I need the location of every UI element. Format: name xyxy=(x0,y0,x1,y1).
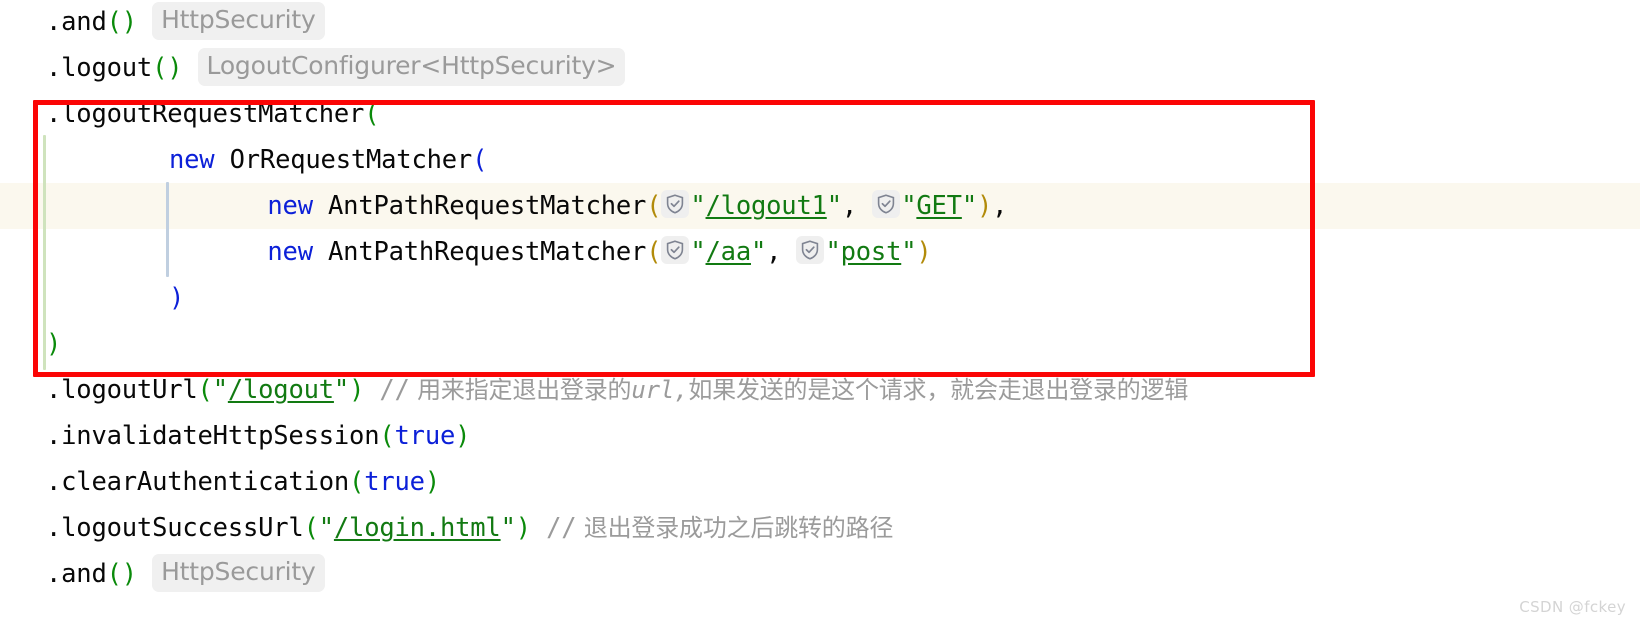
token-string: " xyxy=(826,191,842,221)
token-comment: 用来指定退出登录的 xyxy=(409,376,632,404)
token-plain: .logoutSuccessUrl xyxy=(46,513,304,543)
token-plain: OrRequestMatcher xyxy=(229,145,473,175)
token-string: " xyxy=(901,237,917,267)
token-plain: .and xyxy=(46,559,107,589)
inspection-shield-icon[interactable] xyxy=(796,236,825,264)
token-keyword: new xyxy=(169,145,215,175)
token-paren: ( xyxy=(197,375,213,405)
token-plain: .clearAuthentication xyxy=(46,467,350,497)
token-plain: , xyxy=(841,191,873,221)
token-paren: ( xyxy=(349,467,365,497)
token-string: " xyxy=(901,191,917,221)
code-editor-surface[interactable]: .and() HttpSecurity .logout() LogoutConfi… xyxy=(0,0,1640,622)
token-paren: ( xyxy=(364,99,380,129)
token-url: GET xyxy=(916,191,962,221)
token-comment: 如果发送的是这个请求，就会走退出登录的逻辑 xyxy=(688,376,1189,404)
token-url: post xyxy=(840,237,902,267)
token-paren-y: ) xyxy=(916,237,932,267)
code-line[interactable]: new AntPathRequestMatcher("/aa ", " post ") xyxy=(0,229,1640,275)
token-keyword: new xyxy=(267,191,313,221)
token-keyword: ) xyxy=(169,283,185,313)
code-line[interactable]: .clearAuthentication(true) xyxy=(0,459,1640,505)
token-plain: AntPathRequestMatcher xyxy=(328,237,647,267)
token-plain: .logoutUrl xyxy=(46,375,198,405)
inlay-type-hint[interactable]: LogoutConfigurer<HttpSecurity> xyxy=(197,48,626,86)
code-line[interactable]: ) xyxy=(0,321,1640,367)
indent-guide-blue xyxy=(166,182,169,277)
code-line[interactable]: .logoutUrl("/logout ") // 用来指定退出登录的 url, 如果… xyxy=(0,367,1640,413)
watermark-label: CSDN @fckey xyxy=(1519,598,1626,616)
token-paren: ) xyxy=(515,513,531,543)
token-string: " xyxy=(751,237,767,267)
code-line[interactable]: .and() HttpSecurity xyxy=(0,0,1640,45)
token-paren: () xyxy=(106,559,138,589)
token-string: " xyxy=(961,191,977,221)
token-string: " xyxy=(690,191,706,221)
token-paren: () xyxy=(106,7,138,37)
token-plain: , xyxy=(992,191,1008,221)
token-url: /login.html xyxy=(333,513,501,543)
token-slashes: // xyxy=(546,513,577,543)
token-string: " xyxy=(690,237,706,267)
comment-code-span: url, xyxy=(631,376,689,404)
token-string: " xyxy=(500,513,516,543)
code-line[interactable]: .logout() LogoutConfigurer<HttpSecurity> xyxy=(0,45,1640,91)
token-paren: ) xyxy=(424,467,440,497)
token-paren-y: ( xyxy=(646,237,662,267)
token-url: /logout1 xyxy=(705,191,827,221)
token-paren: ( xyxy=(379,421,395,451)
token-keyword: new xyxy=(267,237,313,267)
token-string: " xyxy=(825,237,841,267)
token-slashes: // xyxy=(379,375,410,405)
code-line[interactable]: .and() HttpSecurity xyxy=(0,551,1640,597)
inspection-shield-icon[interactable] xyxy=(661,236,690,264)
inspection-shield-icon[interactable] xyxy=(872,190,901,218)
inspection-shield-icon[interactable] xyxy=(661,190,690,218)
code-line[interactable]: .logoutSuccessUrl("/login.html ") // 退出登录… xyxy=(0,505,1640,551)
token-plain: AntPathRequestMatcher xyxy=(328,191,647,221)
token-bool: true xyxy=(364,467,425,497)
token-paren: ) xyxy=(455,421,471,451)
token-paren-y: ) xyxy=(977,191,993,221)
token-paren: ( xyxy=(303,513,319,543)
token-plain: .invalidateHttpSession xyxy=(46,421,380,451)
code-line[interactable]: new AntPathRequestMatcher("/logout1 ", " G… xyxy=(0,183,1640,229)
token-string: " xyxy=(333,375,350,405)
inlay-type-hint[interactable]: HttpSecurity xyxy=(152,2,325,40)
token-url: /logout xyxy=(227,375,334,405)
token-keyword: ( xyxy=(472,145,488,175)
token-paren: () xyxy=(152,53,183,83)
token-url: /aa xyxy=(705,237,752,267)
token-paren-y: ( xyxy=(646,191,662,221)
token-plain: .logoutRequestMatcher xyxy=(46,99,365,129)
token-paren: ) xyxy=(46,329,62,359)
token-plain: .and xyxy=(46,7,107,37)
token-plain: .logout xyxy=(46,53,153,83)
comment-emphasis: url, xyxy=(631,367,688,413)
inlay-type-hint[interactable]: HttpSecurity xyxy=(152,554,325,592)
token-bool: true xyxy=(394,421,456,451)
token-comment: 退出登录成功之后跳转的路径 xyxy=(576,514,894,542)
code-line[interactable]: .logoutRequestMatcher( xyxy=(0,91,1640,137)
token-string: " xyxy=(318,513,334,543)
code-line[interactable]: .invalidateHttpSession(true) xyxy=(0,413,1640,459)
token-string: " xyxy=(212,375,228,405)
token-plain: , xyxy=(766,237,797,267)
code-line[interactable]: ) xyxy=(0,275,1640,321)
token-paren: ) xyxy=(349,375,365,405)
code-line[interactable]: new OrRequestMatcher( xyxy=(0,137,1640,183)
indent-guide-green xyxy=(43,135,46,370)
